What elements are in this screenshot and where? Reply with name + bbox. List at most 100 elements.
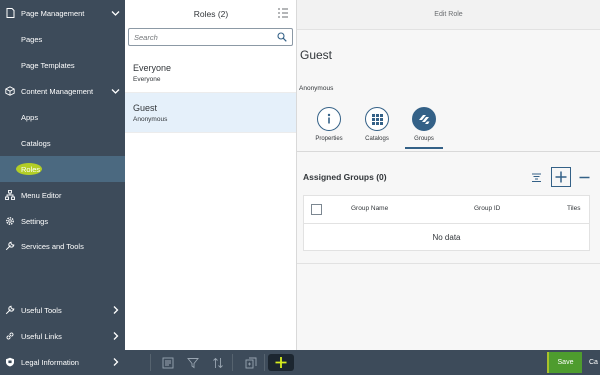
copy-icon [245, 357, 256, 368]
plus-icon [555, 171, 567, 183]
page-title: Edit Role [434, 11, 463, 18]
list-view-button[interactable] [161, 356, 174, 369]
wrench-icon [5, 305, 15, 315]
minus-icon [579, 176, 589, 178]
add-role-button[interactable] [268, 354, 294, 371]
nav-label: Roles [21, 164, 41, 174]
role-list-item[interactable]: Everyone Everyone [125, 53, 296, 93]
nav-pages[interactable]: Pages [0, 26, 125, 52]
nav-settings[interactable]: Settings [0, 208, 125, 234]
chevron-right-icon [113, 332, 119, 340]
active-tab-indicator [405, 147, 443, 149]
document-icon [5, 8, 15, 18]
table-settings-button[interactable] [527, 168, 545, 186]
nav-apps[interactable]: Apps [0, 104, 125, 130]
roles-list-title: Roles (2) [193, 8, 229, 19]
tab-label: Catalogs [365, 136, 389, 142]
chevron-down-icon[interactable] [111, 9, 120, 18]
nav-label: Page Templates [21, 60, 75, 70]
tab-label: Groups [414, 136, 434, 142]
copy-button[interactable] [244, 356, 257, 369]
nav-content-management[interactable]: Content Management [0, 78, 125, 104]
nav-label: Menu Editor [21, 190, 62, 200]
roles-search-field[interactable] [128, 28, 293, 46]
table-toolbar [527, 167, 593, 187]
search-input[interactable] [129, 29, 277, 45]
detail-header: Edit Role [297, 0, 600, 30]
gear-icon [5, 216, 15, 226]
nav-useful-tools[interactable]: Useful Tools [0, 297, 125, 323]
roles-master-list: Roles (2) Everyone Everyone Guest Anonym… [125, 0, 297, 350]
nav-label: Settings [21, 216, 49, 226]
column-header: Tiles [567, 205, 581, 212]
nav-roles[interactable]: Roles [0, 156, 125, 182]
tab-groups[interactable]: Groups [401, 107, 447, 149]
divider [264, 354, 265, 371]
column-header: Group ID [474, 205, 501, 212]
nav-catalogs[interactable]: Catalogs [0, 130, 125, 156]
shield-icon [5, 357, 15, 367]
box-icon [5, 86, 15, 96]
sidebar-bottom-links: Useful Tools Useful Links Legal Informat… [0, 297, 125, 375]
role-detail-page: Edit Role Guest Anonymous Properties Cat… [297, 0, 600, 350]
filter-button[interactable] [186, 356, 199, 369]
chevron-right-icon [113, 358, 119, 366]
list-view-icon [162, 357, 173, 368]
sort-button[interactable] [211, 356, 224, 369]
divider [150, 354, 151, 371]
link-icon [5, 331, 15, 341]
nav-label: Useful Tools [21, 305, 62, 315]
wrench-icon [5, 241, 15, 251]
role-subtitle: Everyone [133, 76, 161, 83]
object-subtitle: Anonymous [299, 85, 334, 92]
nav-label: Legal Information [21, 357, 79, 367]
nav-page-management[interactable]: Page Management [0, 0, 125, 26]
nav-label: Pages [21, 34, 43, 44]
tab-properties[interactable]: Properties [306, 107, 352, 142]
footer-toolbar [125, 350, 600, 375]
tab-catalogs[interactable]: Catalogs [354, 107, 400, 142]
grid-icon [365, 107, 389, 131]
table-header-row: Group Name Group ID Tiles [304, 196, 589, 224]
role-title: Everyone [133, 63, 172, 73]
remove-group-button[interactable] [575, 168, 593, 186]
nav-label: Catalogs [21, 138, 51, 148]
search-icon[interactable] [277, 32, 287, 42]
groups-icon [412, 107, 436, 131]
save-button[interactable]: Save [549, 352, 582, 373]
assigned-groups-table: Group Name Group ID Tiles No data [303, 195, 590, 251]
no-data-text: No data [432, 232, 461, 242]
role-list-item[interactable]: Guest Anonymous [125, 93, 296, 133]
list-sort-icon[interactable] [277, 7, 289, 19]
hierarchy-icon [5, 190, 15, 200]
sort-icon [212, 357, 223, 368]
divider [297, 263, 600, 264]
nav-page-templates[interactable]: Page Templates [0, 52, 125, 78]
nav-label: Services and Tools [21, 241, 84, 251]
nav-useful-links[interactable]: Useful Links [0, 323, 125, 349]
role-subtitle: Anonymous [133, 116, 168, 123]
column-header: Group Name [351, 205, 389, 212]
select-all-checkbox[interactable] [311, 204, 322, 215]
add-group-button[interactable] [551, 167, 571, 187]
nav-label: Apps [21, 112, 39, 122]
nav-label: Content Management [21, 86, 94, 96]
nav-label: Useful Links [21, 331, 62, 341]
side-navigation: Page Management Pages Page Templates Con… [0, 0, 125, 375]
nav-label: Page Management [21, 8, 85, 18]
tab-label: Properties [315, 136, 343, 142]
info-icon [317, 107, 341, 131]
roles-list-header: Roles (2) [125, 0, 297, 27]
role-title: Guest [133, 103, 158, 113]
divider [297, 151, 600, 152]
divider [232, 354, 233, 371]
nav-menu-editor[interactable]: Menu Editor [0, 182, 125, 208]
filter-icon [186, 357, 199, 368]
chevron-down-icon[interactable] [111, 87, 120, 96]
nav-services-and-tools[interactable]: Services and Tools [0, 234, 125, 258]
assigned-groups-title: Assigned Groups (0) [303, 172, 387, 182]
object-title: Guest [300, 48, 333, 62]
nav-legal-information[interactable]: Legal Information [0, 349, 125, 375]
cancel-button[interactable]: Ca [589, 352, 600, 373]
chevron-right-icon [113, 306, 119, 314]
